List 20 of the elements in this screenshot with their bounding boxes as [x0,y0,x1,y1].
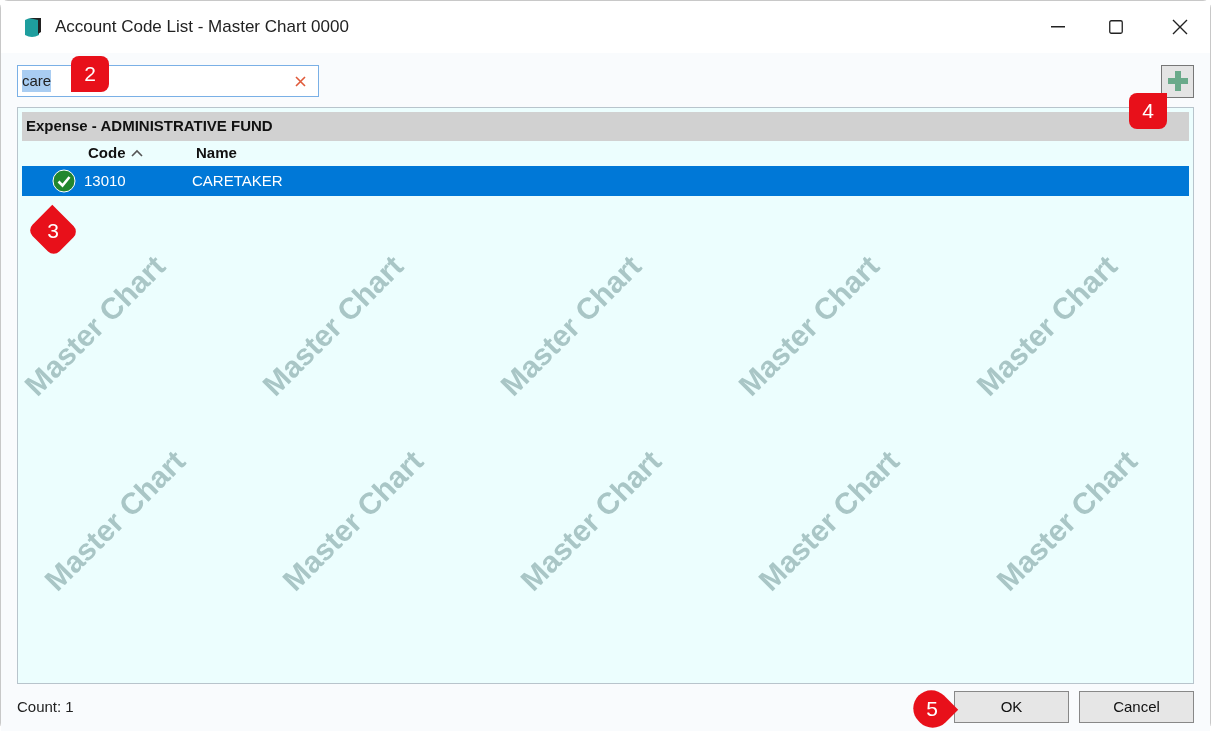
table-row[interactable]: 13010 CARETAKER [22,166,1189,196]
window-title: Account Code List - Master Chart 0000 [55,16,349,39]
table-cell-text: CARETAKER [192,170,283,191]
count-label: Count: 1 [17,696,74,717]
maximize-icon [1109,20,1123,34]
dialog-button[interactable]: OK [954,691,1069,723]
group-title: Expense - ADMINISTRATIVE FUND [26,116,273,137]
minimize-icon [1051,26,1065,28]
callout-badge: 4 [1129,93,1167,129]
column-header[interactable]: Name [196,141,237,164]
search-text: care [22,69,52,93]
plus-icon [1166,70,1189,92]
callout-badge: 2 [71,56,109,92]
column-header[interactable]: Code [88,141,126,164]
dialog-button[interactable]: Cancel [1079,691,1194,723]
add-button[interactable] [1161,64,1194,98]
app-icon [23,16,43,38]
table-cell: 13010 [84,172,126,189]
clear-icon[interactable] [295,75,306,87]
close-icon [1172,19,1188,35]
